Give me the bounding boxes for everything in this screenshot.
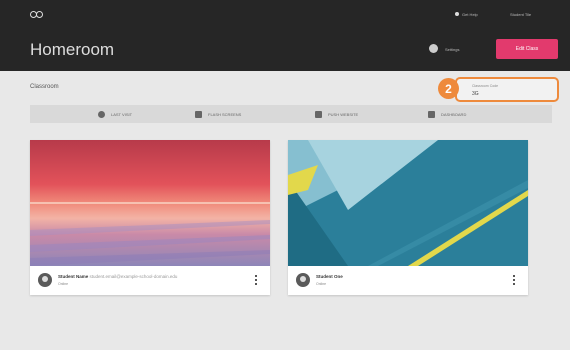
student-card[interactable]: Student One Online	[288, 140, 528, 295]
student-screen-thumbnail[interactable]	[288, 140, 528, 266]
student-name: Student Name student.email@example-schoo…	[58, 274, 178, 279]
more-options-icon[interactable]	[513, 275, 515, 285]
tab-label: FLASH SCREENS	[208, 111, 242, 117]
student-status: Online	[316, 282, 327, 286]
classroom-code-box[interactable]: Classroom Code 3G	[455, 77, 559, 102]
edit-class-button[interactable]: Edit Class	[496, 39, 558, 59]
section-heading: Classroom	[30, 84, 59, 90]
link-icon	[315, 110, 322, 118]
gear-icon[interactable]	[429, 44, 438, 53]
classroom-code-value: 3G	[472, 91, 479, 97]
student-screen-thumbnail[interactable]	[30, 140, 270, 266]
tab-label: LAST VISIT	[111, 111, 133, 117]
help-icon[interactable]	[455, 12, 459, 16]
grid-icon	[428, 110, 435, 118]
page-title: Homeroom	[30, 40, 115, 59]
tab-label: DASHBOARD	[441, 111, 467, 117]
action-toolbar: LAST VISIT FLASH SCREENS PUSH WEBSITE DA…	[30, 105, 552, 123]
step-badge: 2	[438, 78, 459, 99]
clock-icon	[98, 110, 105, 118]
student-name: Student One	[316, 274, 343, 279]
top-bar: Get Help Student Tile Homeroom Settings …	[0, 0, 570, 71]
classroom-code-label: Classroom Code	[472, 84, 499, 88]
tab-dashboard[interactable]: DASHBOARD	[428, 105, 466, 123]
screen-icon	[195, 110, 202, 118]
settings-link[interactable]: Settings	[445, 47, 459, 52]
avatar	[296, 273, 310, 287]
more-options-icon[interactable]	[255, 275, 257, 285]
student-status: Online	[58, 282, 69, 286]
tab-last-visit[interactable]: LAST VISIT	[98, 105, 132, 123]
student-email: student.email@example-school-domain.edu	[89, 274, 178, 279]
tab-flash-screens[interactable]: FLASH SCREENS	[195, 105, 241, 123]
help-link[interactable]: Get Help	[462, 12, 478, 17]
avatar	[38, 273, 52, 287]
tab-push-website[interactable]: PUSH WEBSITE	[315, 105, 358, 123]
account-menu[interactable]: Student Tile	[510, 12, 531, 17]
tab-label: PUSH WEBSITE	[328, 111, 359, 117]
logo-icon	[30, 10, 46, 20]
student-card[interactable]: Student Name student.email@example-schoo…	[30, 140, 270, 295]
